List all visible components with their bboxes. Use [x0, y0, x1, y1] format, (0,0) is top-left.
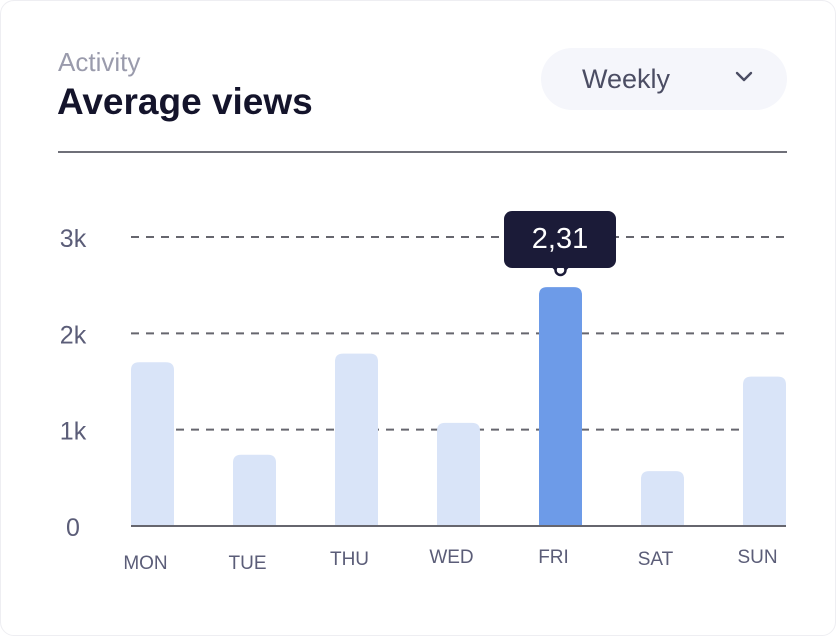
x-tick-label: SAT — [638, 549, 674, 570]
bar — [335, 353, 378, 526]
x-tick-label: SUN — [737, 547, 777, 568]
x-tick-label: TUE — [229, 553, 267, 574]
x-tick-label: WED — [429, 547, 473, 568]
x-tick-label: THU — [330, 549, 369, 570]
y-tick-label: 0 — [66, 514, 80, 542]
value-tooltip: 2,31 — [504, 211, 616, 268]
bar — [539, 287, 582, 526]
bar — [743, 376, 786, 526]
y-tick-label: 3k — [60, 225, 87, 253]
y-tick-label: 1k — [60, 418, 87, 446]
y-tick-label: 2k — [60, 321, 87, 349]
x-tick-label: MON — [123, 553, 167, 574]
bar — [641, 471, 684, 526]
bar-chart: 0 1k 2k 3k MON TUE THU WED FRI SAT SUN — [60, 225, 786, 574]
bar — [233, 454, 276, 526]
bar — [131, 362, 174, 526]
x-tick-label: FRI — [538, 547, 569, 568]
bar — [437, 422, 480, 526]
